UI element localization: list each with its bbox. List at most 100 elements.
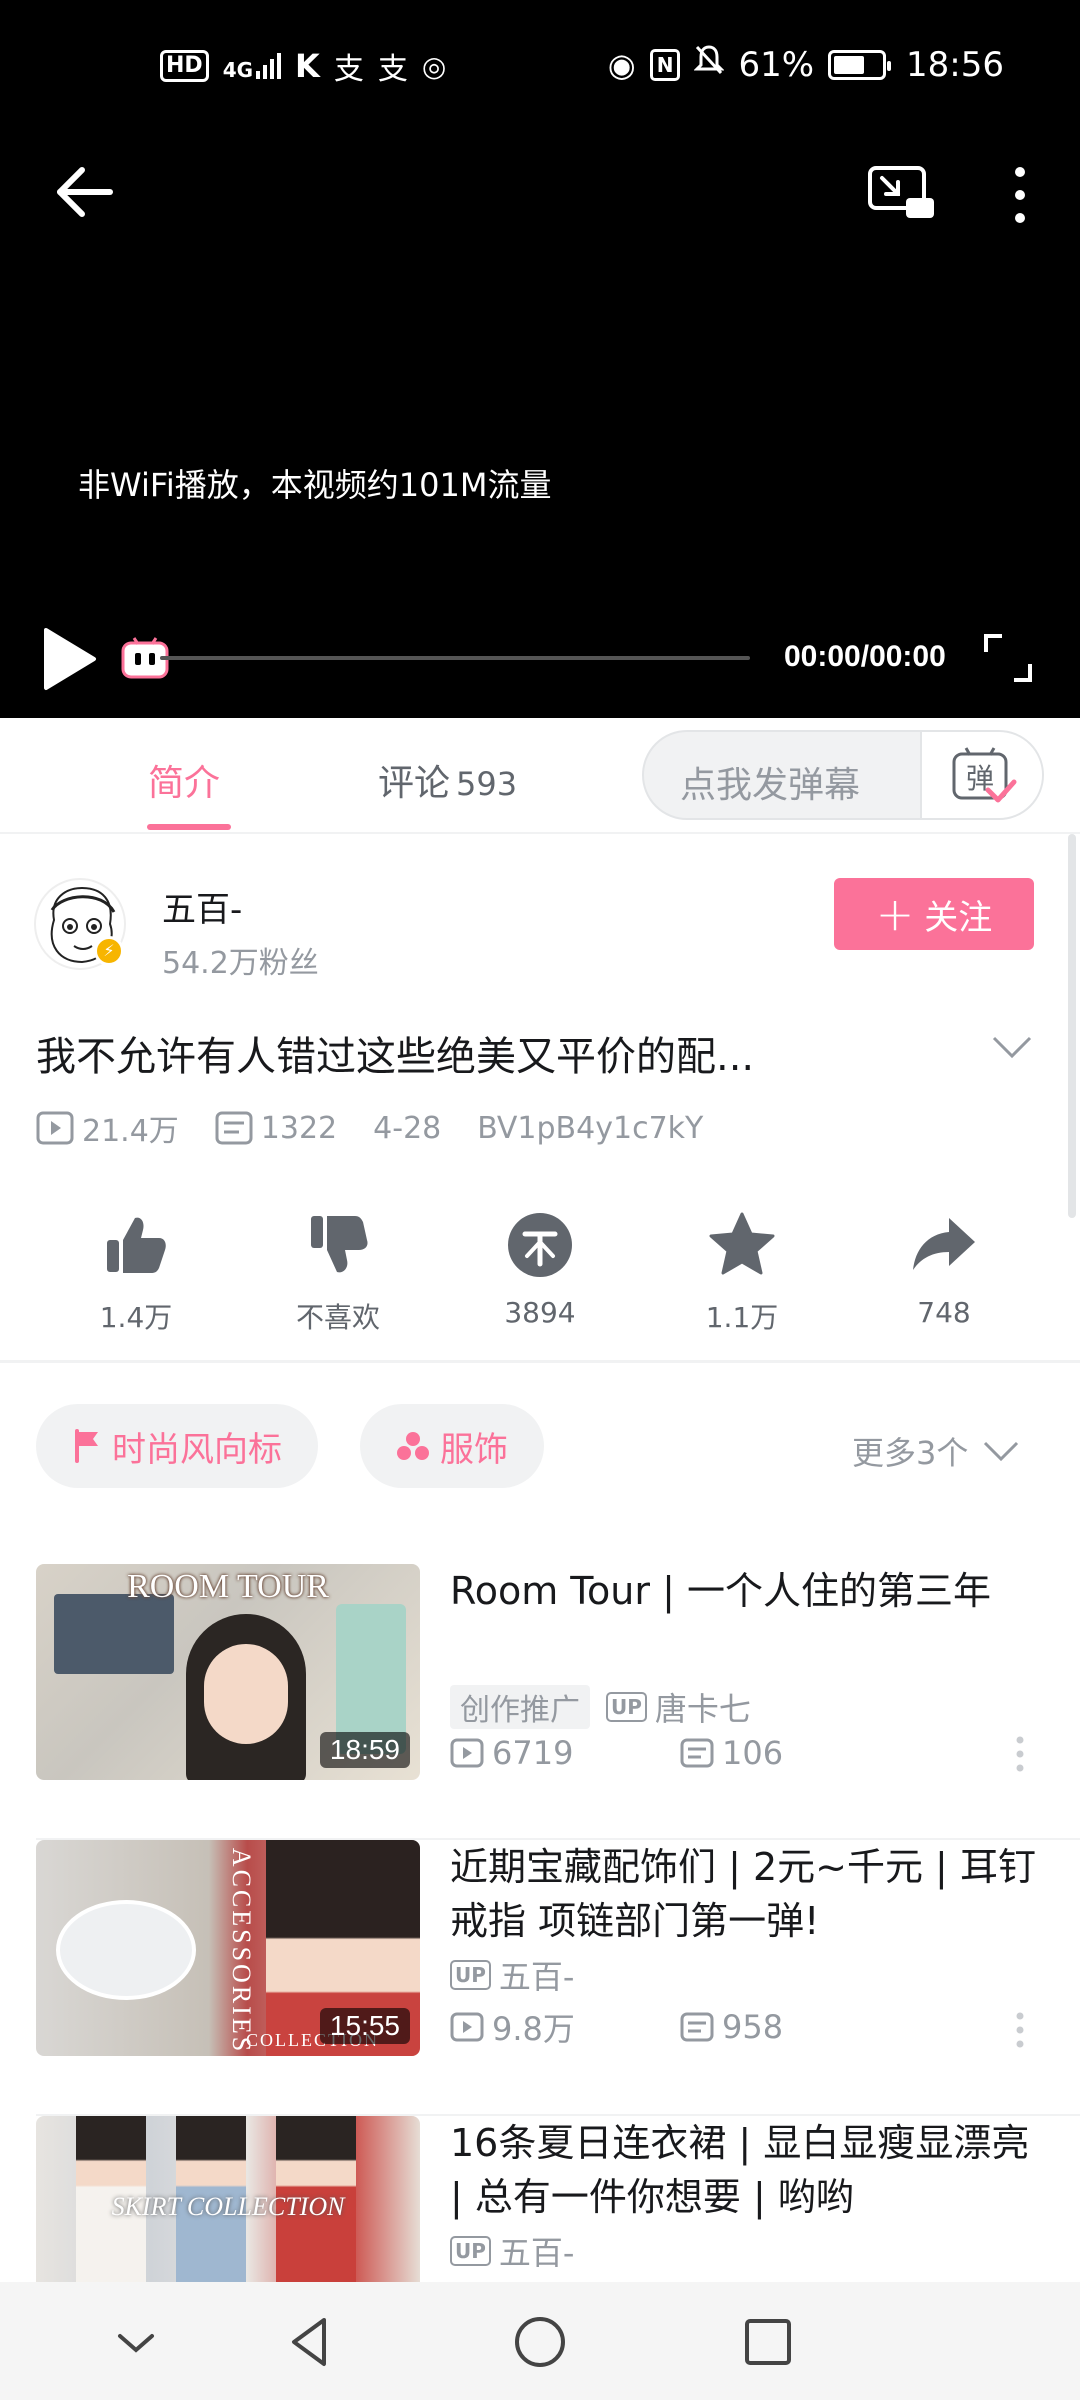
comments-count: 593 xyxy=(456,765,518,803)
related-video-title: Room Tour | 一个人住的第三年 xyxy=(450,1569,991,1613)
dislike-label: 不喜欢 xyxy=(295,1301,380,1334)
uploader-name[interactable]: 五百- xyxy=(162,882,242,931)
chevron-down-icon xyxy=(984,1441,1019,1462)
battery-percent: 61% xyxy=(738,44,815,85)
more-tags-label: 更多3个 xyxy=(852,1434,969,1472)
video-player[interactable]: HD 4G K 支 支 ◎ ◉ N 61% 18:56 非WiFi播放，本视频约… xyxy=(0,0,1080,718)
clock: 18:56 xyxy=(906,44,1004,85)
like-count: 1.4万 xyxy=(99,1301,173,1334)
related-video-stats: 6719 106 xyxy=(450,1734,910,1772)
more-vertical-icon[interactable] xyxy=(1014,1734,1026,1774)
related-video-uploader: 创作推广 UP 唐卡七 xyxy=(450,1684,751,1730)
scrollbar[interactable] xyxy=(1068,834,1076,1218)
related-video-title: 近期宝藏配饰们 | 2元~千元 | 耳钉 戒指 项链部门第一弹! xyxy=(450,1845,1036,1943)
view-count: 6719 xyxy=(492,1734,574,1772)
related-video-uploader: UP 五百- xyxy=(450,2228,574,2274)
more-vertical-icon[interactable] xyxy=(1000,160,1040,230)
video-meta: 21.4万 1322 4-28 BV1pB4y1c7kY xyxy=(36,1106,739,1150)
hide-keyboard-chevron-icon[interactable] xyxy=(106,2312,166,2372)
tab-intro[interactable]: 简介 xyxy=(148,754,220,806)
list-item[interactable]: ACCESSORIES COLLECTION 15:55 近期宝藏配饰们 | 2… xyxy=(0,1840,1080,2116)
uploader-name: 五百- xyxy=(498,2234,575,2272)
danmaku-count: 1322 xyxy=(260,1110,338,1146)
back-arrow-icon[interactable] xyxy=(52,160,116,224)
hd-icon: HD xyxy=(160,50,209,82)
views-icon xyxy=(450,1738,484,1768)
like-button[interactable]: 1.4万 xyxy=(66,1210,206,1336)
up-badge-icon: UP xyxy=(450,1960,491,1990)
cast-screen-icon[interactable] xyxy=(866,164,936,224)
tag-fashion-trend[interactable]: 时尚风向标 xyxy=(36,1404,318,1488)
category-dots-icon xyxy=(397,1432,429,1460)
tab-comments-label: 评论 xyxy=(378,763,451,804)
section-divider xyxy=(0,1360,1080,1363)
uploader-fans: 54.2万粉丝 xyxy=(162,946,319,981)
related-video-stats: 9.8万 958 xyxy=(450,2004,910,2050)
nfc-icon: N xyxy=(649,48,681,81)
play-icon[interactable] xyxy=(40,624,100,694)
wifi-hotspot-icon: ◎ xyxy=(421,49,447,83)
video-title: 我不允许有人错过这些绝美又平价的配... xyxy=(36,1034,755,1080)
follow-label: 关注 xyxy=(924,897,993,938)
alipay-icon: 支 xyxy=(377,52,408,87)
video-thumbnail[interactable]: ACCESSORIES COLLECTION 15:55 xyxy=(36,1840,420,2056)
danmaku-count-icon xyxy=(215,1111,253,1145)
data-usage-notice: 非WiFi播放，本视频约101M流量 xyxy=(78,466,552,504)
bvid: BV1pB4y1c7kY xyxy=(477,1110,704,1146)
status-bar: HD 4G K 支 支 ◎ ◉ N 61% 18:56 xyxy=(0,44,1080,92)
view-count: 21.4万 xyxy=(82,1114,179,1149)
chevron-down-icon[interactable] xyxy=(990,1030,1034,1064)
danmaku-count-icon xyxy=(680,1738,714,1768)
uploader-name: 五百- xyxy=(498,1958,575,1996)
thumbs-up-icon xyxy=(107,1217,166,1273)
video-thumbnail[interactable]: ROOM TOUR 18:59 xyxy=(36,1564,420,1780)
tag-clothing-label: 服饰 xyxy=(440,1429,508,1470)
publish-date: 4-28 xyxy=(373,1110,442,1146)
video-duration: 15:55 xyxy=(319,2008,410,2044)
tag-clothing[interactable]: 服饰 xyxy=(360,1404,544,1488)
back-triangle-icon[interactable] xyxy=(280,2312,340,2372)
favorite-count: 1.1万 xyxy=(705,1301,779,1334)
playback-time: 00:00/00:00 xyxy=(784,640,946,673)
battery-icon xyxy=(828,49,892,80)
progress-bar[interactable] xyxy=(160,656,750,660)
signal-4g-icon: 4G xyxy=(223,53,282,80)
action-bar: 1.4万 不喜欢 3894 1.1万 748 xyxy=(0,1210,1080,1340)
list-item[interactable]: ROOM TOUR 18:59 Room Tour | 一个人住的第三年 创作推… xyxy=(0,1564,1080,1840)
coin-button[interactable]: 3894 xyxy=(470,1210,610,1329)
more-tags-button[interactable]: 更多3个 xyxy=(852,1428,1020,1474)
eye-comfort-icon: ◉ xyxy=(607,45,636,84)
home-circle-icon[interactable] xyxy=(510,2312,570,2372)
more-vertical-icon[interactable] xyxy=(1014,2010,1026,2050)
k-app-icon: K xyxy=(295,47,320,85)
thumb-jewelry-tray xyxy=(56,1900,196,2000)
share-count: 748 xyxy=(917,1296,971,1329)
danmaku-count-icon xyxy=(680,2012,714,2042)
tab-bar: 简介 评论 593 点我发弹幕 弹 xyxy=(0,718,1080,834)
share-button[interactable]: 748 xyxy=(874,1210,1014,1329)
thumb-title-text: SKIRT COLLECTION xyxy=(111,2192,345,2221)
plus-icon: + xyxy=(875,887,915,941)
tab-comments[interactable]: 评论 593 xyxy=(378,754,517,806)
follow-button[interactable]: + 关注 xyxy=(834,878,1034,950)
danmaku-placeholder: 点我发弹幕 xyxy=(680,765,861,806)
dislike-button[interactable]: 不喜欢 xyxy=(268,1210,408,1336)
up-badge-icon: UP xyxy=(450,2236,491,2266)
verified-badge-icon: ⚡ xyxy=(94,936,124,966)
video-duration: 18:59 xyxy=(319,1732,410,1768)
related-video-title: 16条夏日连衣裙 | 显白显瘦显漂亮 | 总有一件你想要 | 哟哟 xyxy=(450,2121,1030,2219)
flag-icon xyxy=(75,1429,98,1463)
recents-square-icon[interactable] xyxy=(738,2312,798,2372)
mute-bell-icon xyxy=(693,44,726,85)
view-count: 9.8万 xyxy=(492,2010,575,2048)
thumb-title-text: ACCESSORIES xyxy=(227,1847,256,2055)
star-icon xyxy=(709,1212,775,1275)
favorite-button[interactable]: 1.1万 xyxy=(672,1210,812,1336)
danmaku-settings-button[interactable]: 弹 xyxy=(920,732,1042,818)
fullscreen-icon[interactable] xyxy=(982,632,1034,684)
up-badge-icon: UP xyxy=(606,1692,647,1722)
danmaku-input[interactable]: 点我发弹幕 弹 xyxy=(642,730,1044,820)
thumb-face xyxy=(204,1644,288,1744)
thumb-title-text: ROOM TOUR xyxy=(127,1568,329,1605)
danmaku-count: 958 xyxy=(722,2008,784,2046)
